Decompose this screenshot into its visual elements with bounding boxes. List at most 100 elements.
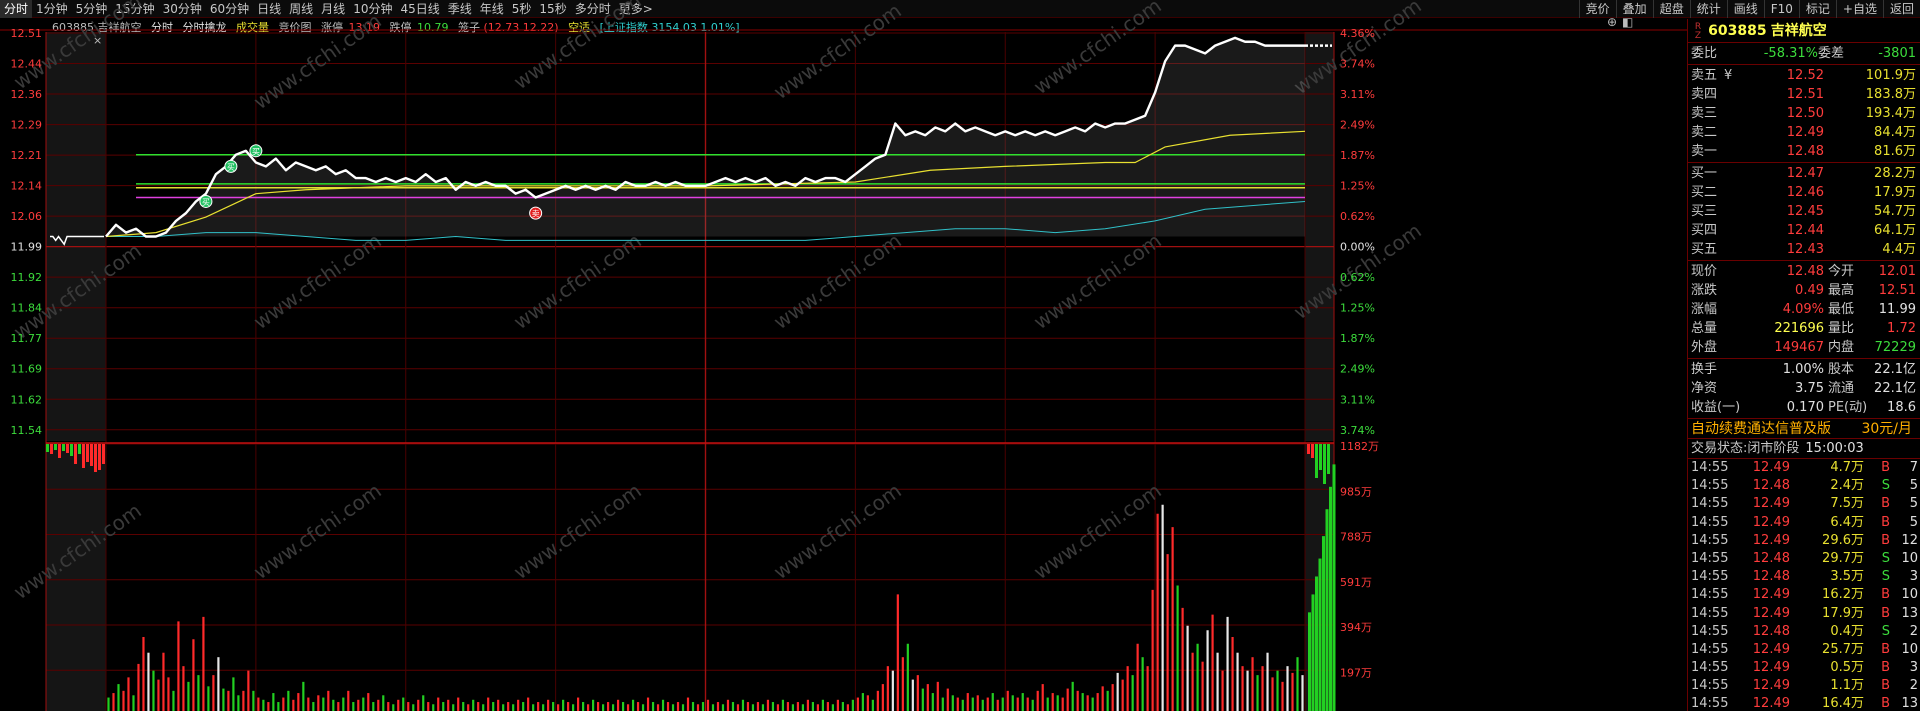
tick-count: 7 xyxy=(1909,460,1918,475)
bid-row[interactable]: 买一 12.47 28.2万 xyxy=(1688,164,1920,183)
tick-price: 12.49 xyxy=(1752,660,1790,676)
pct-tick-label: 0.62% xyxy=(1340,271,1375,284)
tool-button-8[interactable]: 返回 xyxy=(1882,0,1920,18)
postauction-top-bar xyxy=(1307,444,1310,454)
stat-row: 换手 1.00% 股本 22.1亿 xyxy=(1688,360,1920,379)
quote-label: 今开 xyxy=(1828,264,1855,279)
tick-row[interactable]: 14:55 12.49 1.1万 B 2 xyxy=(1688,677,1920,695)
tick-row[interactable]: 14:55 12.49 17.9万 B 13 xyxy=(1688,605,1920,623)
volume-tick-label: 591万 xyxy=(1340,576,1372,589)
intraday-chart[interactable]: www.cfchi.com www.cfchi.com www.cfchi.com w… xyxy=(0,0,1687,711)
buy-signal-marker[interactable]: 买 xyxy=(199,194,213,208)
tick-volume: 2.4万 xyxy=(1830,478,1864,494)
tick-volume: 29.6万 xyxy=(1822,532,1864,548)
tick-count: 13 xyxy=(1901,696,1918,711)
ask-row[interactable]: 卖一 12.48 81.6万 xyxy=(1688,142,1920,161)
bid-volume: 17.9万 xyxy=(1874,185,1916,200)
ad-price[interactable]: 30元/月 xyxy=(1861,419,1912,439)
bid-price: 12.46 xyxy=(1786,185,1824,200)
pct-tick-label: 2.49% xyxy=(1340,363,1375,376)
tick-list[interactable]: 14:55 12.49 4.7万 B 7 14:55 12.48 2.4万 S 5 14:55 12.… xyxy=(1688,459,1920,711)
ad-text[interactable]: 自动续费通达信普及版 xyxy=(1691,421,1831,437)
sell-signal-marker[interactable]: 卖 xyxy=(529,206,543,220)
bid-label: 买三 xyxy=(1691,204,1718,219)
tool-button-6[interactable]: 标记 xyxy=(1798,0,1836,18)
pct-tick-label: 3.74% xyxy=(1340,58,1375,71)
tool-button-5[interactable]: F10 xyxy=(1763,0,1799,18)
ask-row[interactable]: 卖五 ¥12.52 101.9万 xyxy=(1688,66,1920,85)
tick-count: 10 xyxy=(1901,550,1918,566)
tick-row[interactable]: 14:55 12.48 3.5万 S 3 xyxy=(1688,568,1920,586)
bid-row[interactable]: 买三 12.45 54.7万 xyxy=(1688,202,1920,221)
tick-row[interactable]: 14:55 12.49 4.7万 B 7 xyxy=(1688,459,1920,477)
ask-row[interactable]: 卖三 12.50 193.4万 xyxy=(1688,104,1920,123)
pct-tick-label: 2.49% xyxy=(1340,119,1375,132)
bid-row[interactable]: 买五 12.43 4.4万 xyxy=(1688,240,1920,259)
watermark-text: www.cfchi.com xyxy=(1029,0,1166,99)
stat-value: 22.1亿 xyxy=(1874,362,1916,377)
quote-value: 1.72 xyxy=(1887,321,1916,336)
tick-side: S xyxy=(1881,569,1890,585)
stat-value: 22.1亿 xyxy=(1874,381,1916,396)
tick-row[interactable]: 14:55 12.48 2.4万 S 5 xyxy=(1688,477,1920,495)
tick-price: 12.48 xyxy=(1752,623,1790,639)
trade-state-time: 15:00:03 xyxy=(1805,441,1864,456)
bid-price: 12.45 xyxy=(1786,204,1824,219)
trade-state-value: 闭市阶段 xyxy=(1747,441,1800,456)
ask-row[interactable]: 卖二 12.49 84.4万 xyxy=(1688,123,1920,142)
buy-signal-marker[interactable]: 买 xyxy=(249,144,263,158)
weibi-value: -58.31% xyxy=(1763,46,1818,61)
ask-row[interactable]: 卖四 12.51 183.8万 xyxy=(1688,85,1920,104)
tick-side: S xyxy=(1881,478,1890,494)
tool-button-7[interactable]: +自选 xyxy=(1835,0,1883,18)
bid-row[interactable]: 买二 12.46 17.9万 xyxy=(1688,183,1920,202)
tick-row[interactable]: 14:55 12.49 6.4万 B 5 xyxy=(1688,514,1920,532)
preauction-volume-bar xyxy=(46,444,49,452)
tool-button-3[interactable]: 统计 xyxy=(1689,0,1727,18)
tick-side: B xyxy=(1881,460,1890,475)
ask-volume: 101.9万 xyxy=(1865,68,1916,83)
tick-row[interactable]: 14:55 12.49 16.4万 B 13 xyxy=(1688,695,1920,711)
tick-row[interactable]: 14:55 12.49 29.6万 B 12 xyxy=(1688,532,1920,550)
fundamental-stats: 换手 1.00% 股本 22.1亿 净资 3.75 流通 22.1亿 收益(一) 0.170 PE(… xyxy=(1688,359,1920,419)
watermark-text: www.cfchi.com xyxy=(769,228,906,334)
chart-maximize-icon[interactable]: ◧ xyxy=(1622,15,1633,29)
tick-row[interactable]: 14:55 12.49 7.5万 B 5 xyxy=(1688,495,1920,513)
tick-time: 14:55 xyxy=(1691,587,1729,603)
tick-count: 10 xyxy=(1901,587,1918,603)
tick-row[interactable]: 14:55 12.48 0.4万 S 2 xyxy=(1688,623,1920,641)
chart-settings-icon[interactable]: ⊕ xyxy=(1607,15,1617,29)
ask-volume: 193.4万 xyxy=(1865,106,1916,121)
bid-price: 12.47 xyxy=(1786,166,1824,181)
tick-count: 3 xyxy=(1909,569,1918,585)
bid-row[interactable]: 买四 12.44 64.1万 xyxy=(1688,221,1920,240)
subscription-ad[interactable]: 自动续费通达信普及版 30元/月 xyxy=(1688,419,1920,439)
rz-margin-mark: R Z xyxy=(1694,21,1702,41)
ask-price: 12.49 xyxy=(1786,125,1824,140)
quote-value: 0.49 xyxy=(1795,283,1824,298)
buy-signal-marker[interactable]: 买 xyxy=(224,159,238,173)
quote-label: 涨幅 xyxy=(1691,302,1718,317)
tick-row[interactable]: 14:55 12.48 29.7万 S 10 xyxy=(1688,550,1920,568)
svg-text:卖: 卖 xyxy=(532,210,540,219)
closing-auction-volume-bar xyxy=(1318,558,1322,711)
tick-row[interactable]: 14:55 12.49 25.7万 B 10 xyxy=(1688,641,1920,659)
postauction-top-bar xyxy=(1315,444,1318,478)
stat-label: 股本 xyxy=(1828,362,1855,377)
tick-row[interactable]: 14:55 12.49 0.5万 B 3 xyxy=(1688,659,1920,677)
quote-label: 外盘 xyxy=(1691,340,1718,355)
tool-button-4[interactable]: 画线 xyxy=(1726,0,1764,18)
close-icon[interactable]: × xyxy=(93,34,102,47)
chart-grid xyxy=(0,29,1687,711)
price-tick-label: 11.62 xyxy=(11,393,43,406)
pct-tick-label: 1.25% xyxy=(1340,180,1375,193)
tick-row[interactable]: 14:55 12.49 16.2万 B 10 xyxy=(1688,586,1920,604)
weibi-row: 委比 -58.31% 委差 -3801 xyxy=(1688,43,1920,65)
price-tick-label: 12.36 xyxy=(11,88,43,101)
price-tick-label: 12.06 xyxy=(11,210,43,223)
tick-side: S xyxy=(1881,623,1890,639)
watermark-text: www.cfchi.com xyxy=(1029,228,1166,334)
price-tick-label: 11.69 xyxy=(11,363,43,376)
price-tick-label: 12.29 xyxy=(11,119,43,132)
tick-volume: 16.2万 xyxy=(1822,587,1864,603)
